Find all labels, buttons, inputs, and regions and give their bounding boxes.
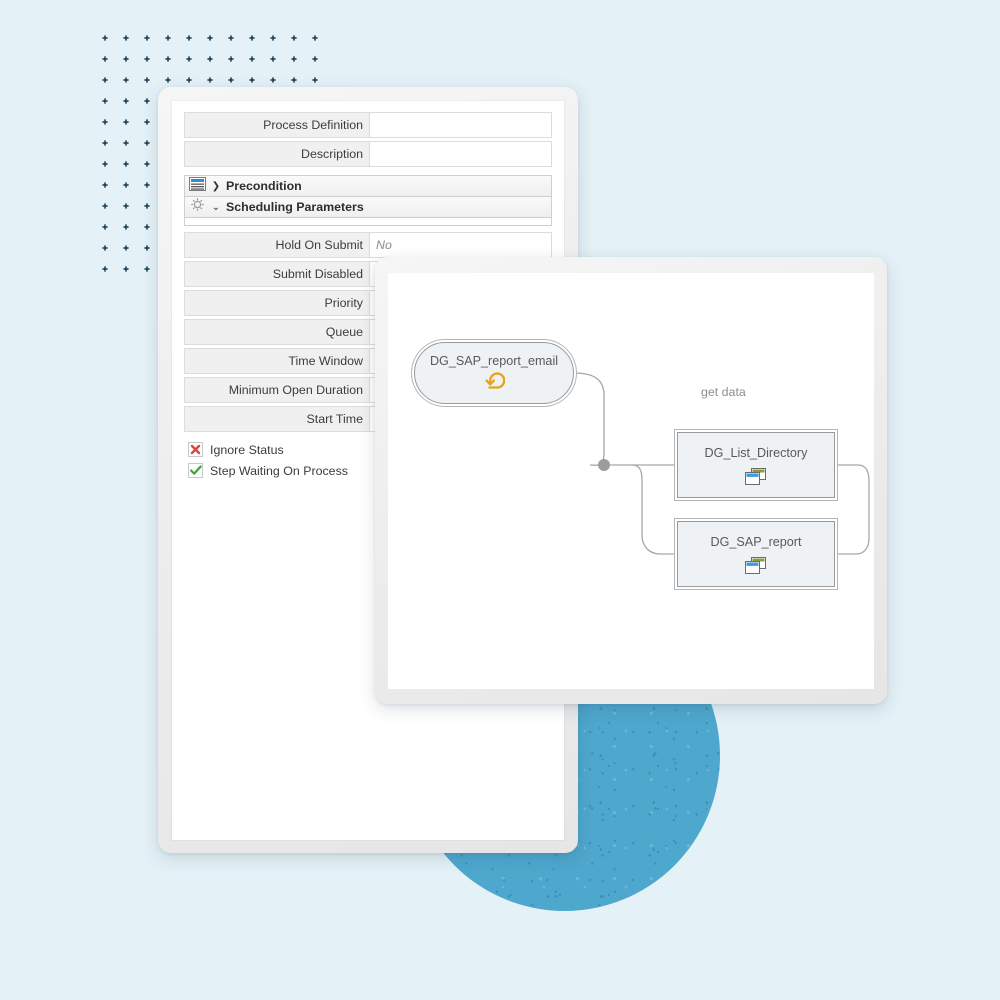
label-minimum-open-duration: Minimum Open Duration [184, 377, 370, 403]
wire-nodes-to-merge [835, 464, 870, 555]
checkbox-label-step-waiting-on-process: Step Waiting On Process [210, 463, 348, 478]
section-divider [185, 218, 551, 226]
chevron-down-icon[interactable]: ⌄ [211, 202, 221, 213]
flow-node-sap-report[interactable]: DG_SAP_report [677, 521, 835, 587]
flow-node-list-directory[interactable]: DG_List_Directory [677, 432, 835, 498]
label-submit-disabled: Submit Disabled [184, 261, 370, 287]
section-header-precondition[interactable]: ❯ Precondition [185, 176, 551, 197]
label-description: Description [184, 141, 370, 167]
recurrence-loop-icon [483, 370, 506, 395]
label-priority: Priority [184, 290, 370, 316]
section-title-precondition: Precondition [226, 179, 302, 193]
field-row-description[interactable]: Description [184, 141, 552, 167]
field-row-process-definition[interactable]: Process Definition [184, 112, 552, 138]
collapsible-sections: ❯ Precondition ⌄ Scheduling Parameters [184, 175, 552, 226]
field-row-hold-on-submit[interactable]: Hold On Submit No [184, 232, 552, 258]
input-description[interactable] [370, 141, 552, 167]
form-list-icon [189, 176, 206, 196]
checkbox-label-ignore-status: Ignore Status [210, 442, 284, 457]
input-hold-on-submit[interactable]: No [370, 232, 552, 258]
label-start-time: Start Time [184, 406, 370, 432]
label-queue: Queue [184, 319, 370, 345]
label-time-window: Time Window [184, 348, 370, 374]
gear-icon [189, 197, 206, 217]
input-process-definition[interactable] [370, 112, 552, 138]
section-header-scheduling-parameters[interactable]: ⌄ Scheduling Parameters [185, 197, 551, 218]
process-flow-panel: DG_SAP_report_email DG_List_Directory DG… [375, 257, 887, 704]
diagram-surface[interactable]: DG_SAP_report_email DG_List_Directory DG… [388, 273, 874, 689]
branch-junction-dot [598, 459, 610, 471]
flow-node-start-label: DG_SAP_report_email [429, 354, 559, 368]
wire-start-to-branch [573, 372, 605, 466]
flow-node-list-directory-label: DG_List_Directory [704, 446, 808, 460]
red-cross-icon[interactable] [188, 442, 203, 457]
green-check-icon[interactable] [188, 463, 203, 478]
wire-branch-to-sap-report [631, 464, 677, 555]
section-title-scheduling-parameters: Scheduling Parameters [226, 200, 364, 214]
edge-label-get-data: get data [701, 385, 746, 399]
cascade-windows-icon [745, 557, 767, 580]
chevron-right-icon[interactable]: ❯ [211, 181, 221, 192]
flow-node-sap-report-label: DG_SAP_report [710, 535, 802, 549]
label-hold-on-submit: Hold On Submit [184, 232, 370, 258]
flow-node-start[interactable]: DG_SAP_report_email [414, 342, 574, 404]
label-process-definition: Process Definition [184, 112, 370, 138]
cascade-windows-icon [745, 468, 767, 491]
process-flow-canvas[interactable]: DG_SAP_report_email DG_List_Directory DG… [388, 273, 874, 689]
